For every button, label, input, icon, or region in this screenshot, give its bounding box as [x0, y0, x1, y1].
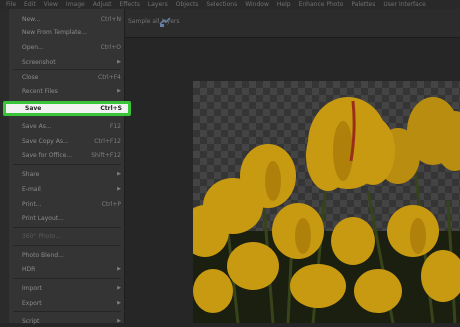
- menu-item-close[interactable]: Close Ctrl+F4: [9, 71, 125, 83]
- menu-selections[interactable]: Selections: [202, 1, 241, 8]
- tool-options-bar: Sample all layers: [124, 9, 460, 38]
- tulip-photo: [193, 97, 460, 323]
- submenu-arrow-icon: ▶: [117, 266, 121, 272]
- menu-help[interactable]: Help: [273, 1, 295, 8]
- submenu-arrow-icon: ▶: [117, 171, 121, 177]
- menu-palettes[interactable]: Palettes: [347, 1, 379, 8]
- menu-edit[interactable]: Edit: [20, 1, 40, 8]
- menu-item-email[interactable]: E-mail ▶: [9, 183, 125, 195]
- menu-separator: [13, 227, 121, 228]
- menu-effects[interactable]: Effects: [115, 1, 143, 8]
- menu-item-save[interactable]: Save Ctrl+S: [3, 101, 131, 116]
- menu-separator: [13, 311, 121, 312]
- menu-enhance-photo[interactable]: Enhance Photo: [295, 1, 348, 8]
- submenu-arrow-icon: ▶: [117, 285, 121, 291]
- menu-item-screenshot[interactable]: Screenshot ▶: [9, 56, 125, 68]
- menu-item-script[interactable]: Script ▶: [9, 315, 125, 327]
- menu-item-save-copy-as[interactable]: Save Copy As... Ctrl+F12: [9, 135, 125, 147]
- tools-strip: [0, 9, 9, 323]
- menu-file[interactable]: File: [0, 1, 20, 8]
- submenu-arrow-icon: ▶: [117, 300, 121, 306]
- menu-window[interactable]: Window: [241, 1, 273, 8]
- menu-item-import[interactable]: Import ▶: [9, 282, 125, 294]
- menu-item-print[interactable]: Print... Ctrl+P: [9, 198, 125, 210]
- menu-separator: [13, 278, 121, 279]
- image-canvas[interactable]: [193, 81, 460, 323]
- menu-item-print-layout[interactable]: Print Layout...: [9, 212, 125, 224]
- menu-item-360-photo: 360° Photo...: [22, 232, 62, 240]
- clone-tool-icon[interactable]: [158, 15, 172, 29]
- menu-separator: [13, 164, 121, 165]
- menu-layers[interactable]: Layers: [144, 1, 172, 8]
- menu-item-export[interactable]: Export ▶: [9, 297, 125, 309]
- menu-item-open[interactable]: Open... Ctrl+O: [9, 41, 125, 53]
- menu-item-photo-blend[interactable]: Photo Blend...: [9, 249, 125, 261]
- submenu-arrow-icon: ▶: [117, 88, 121, 94]
- menu-item-share[interactable]: Share ▶: [9, 168, 125, 180]
- menu-separator: [13, 245, 121, 246]
- submenu-arrow-icon: ▶: [117, 318, 121, 324]
- menu-item-new[interactable]: New... Ctrl+N: [9, 13, 125, 25]
- submenu-arrow-icon: ▶: [117, 59, 121, 65]
- menu-item-hdr[interactable]: HDR ▶: [9, 263, 125, 275]
- menu-bar: File Edit View Image Adjust Effects Laye…: [0, 0, 460, 9]
- menu-user-interface[interactable]: User Interface: [379, 1, 429, 8]
- menu-image[interactable]: Image: [62, 1, 89, 8]
- menu-separator: [13, 69, 121, 70]
- menu-item-save-for-office[interactable]: Save for Office... Shift+F12: [9, 149, 125, 161]
- file-menu: New... Ctrl+N New From Template... Open.…: [3, 9, 131, 325]
- menu-item-new-from-template[interactable]: New From Template...: [9, 26, 125, 38]
- menu-view[interactable]: View: [40, 1, 62, 8]
- menu-item-recent-files[interactable]: Recent Files ▶: [9, 85, 125, 97]
- menu-item-save-as[interactable]: Save As... F12: [9, 120, 125, 132]
- submenu-arrow-icon: ▶: [117, 186, 121, 192]
- menu-adjust[interactable]: Adjust: [89, 1, 116, 8]
- menu-objects[interactable]: Objects: [172, 1, 203, 8]
